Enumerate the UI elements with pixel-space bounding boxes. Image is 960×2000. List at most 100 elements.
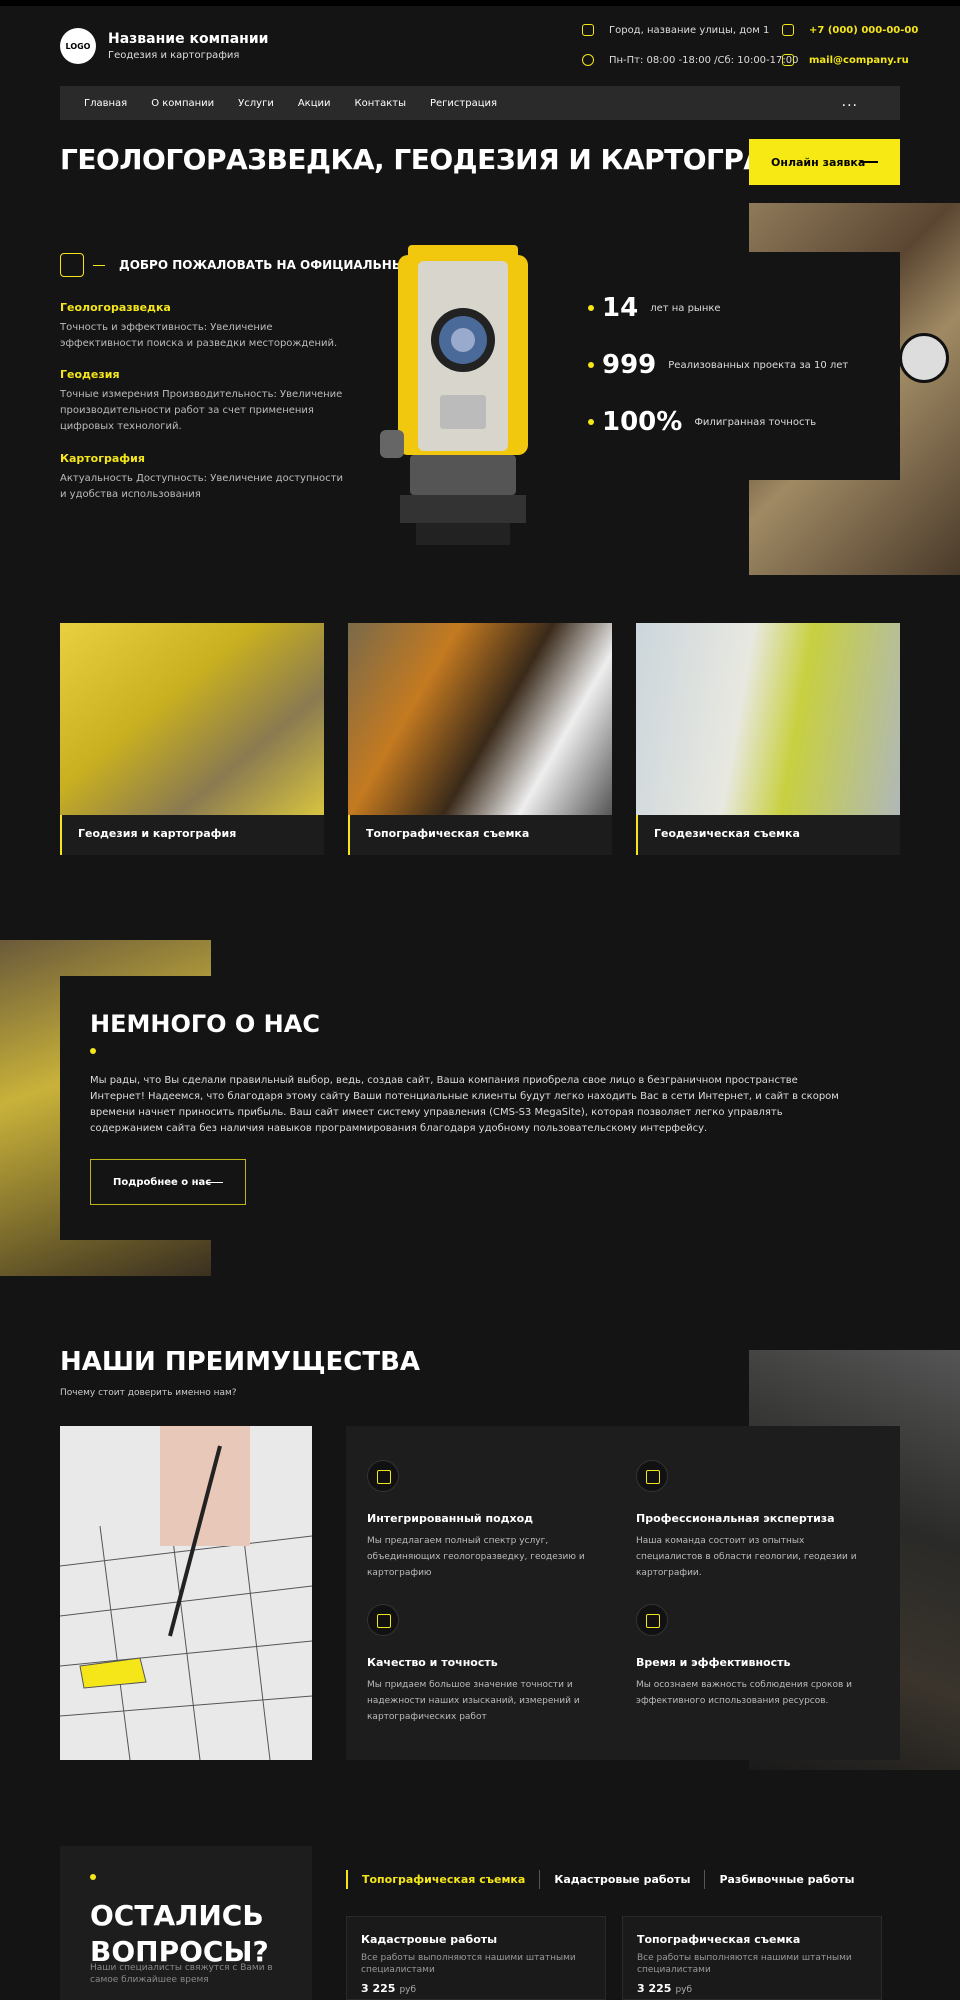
feature-text: Точность и эффективность: Увеличение эфф…: [60, 322, 338, 349]
about-more-button[interactable]: Подробнее о нас: [90, 1159, 246, 1205]
price-unit: руб: [675, 1985, 693, 1995]
more-menu-icon[interactable]: ...: [842, 94, 858, 110]
advantage-text: Мы предлагаем полный спектр услуг, объед…: [367, 1536, 585, 1578]
advantage-text: Мы придаем большое значение точности и н…: [367, 1680, 580, 1722]
mail-icon: [782, 54, 794, 66]
bullet-icon: [588, 419, 594, 425]
stat-label: лет на рынке: [650, 302, 721, 314]
feature-title: Геодезия: [60, 368, 120, 381]
stat-item: 999 Реализованных проекта за 10 лет: [588, 350, 848, 380]
top-line: [0, 0, 960, 6]
feature-title: Геологоразведка: [60, 301, 171, 314]
advantage-title: Качество и точность: [367, 1656, 498, 1669]
advantage-title: Интегрированный подход: [367, 1512, 534, 1525]
integration-icon: [367, 1460, 399, 1492]
phone-info[interactable]: +7 (000) 000-00-00: [782, 24, 918, 36]
nav-item-about[interactable]: О компании: [151, 98, 214, 109]
bullet-icon: [588, 362, 594, 368]
advantage-title: Время и эффективность: [636, 1656, 791, 1669]
feature-item: Картография Актуальность Доступность: Уве…: [60, 452, 350, 503]
page: LOGO Название компании Геодезия и картог…: [0, 0, 960, 2000]
tab-staking[interactable]: Разбивочные работы: [704, 1870, 868, 1889]
questions-title: ОСТАЛИСЬ ВОПРОСЫ?: [90, 1899, 269, 1968]
nav-item-promos[interactable]: Акции: [298, 98, 331, 109]
card-image: [60, 623, 324, 815]
map-drawing-photo: [60, 1426, 312, 1760]
card-image: [636, 623, 900, 815]
hours-info: Пн-Пт: 08:00 -18:00 /Сб: 10:00-17:00: [582, 54, 798, 66]
feature-text: Актуальность Доступность: Увеличение дос…: [60, 473, 343, 500]
card-title: Геодезия и картография: [78, 827, 237, 840]
about-text: Мы рады, что Вы сделали правильный выбор…: [90, 1075, 839, 1134]
welcome-divider: [93, 265, 105, 266]
price-value: 3 225: [361, 1982, 396, 1995]
advantage-item: Время и эффективность Мы осознаем важност…: [636, 1604, 866, 1709]
service-card[interactable]: Геодезия и картография: [60, 623, 324, 855]
main-nav: Главная О компании Услуги Акции Контакты…: [60, 86, 900, 120]
map-icon: [582, 24, 594, 36]
logo[interactable]: LOGO: [60, 28, 96, 64]
nav-item-services[interactable]: Услуги: [238, 98, 274, 109]
questions-text: Наши специалисты свяжутся с Вами в самое…: [90, 1963, 273, 1985]
bullet-icon: [90, 1048, 96, 1054]
tab-topographic[interactable]: Топографическая съемка: [346, 1870, 539, 1889]
email-info[interactable]: mail@company.ru: [782, 54, 909, 66]
stat-item: 100% Филигранная точность: [588, 407, 816, 437]
service-price: 3 225 руб: [361, 1982, 591, 1995]
nav-item-home[interactable]: Главная: [84, 98, 127, 109]
questions-block: ОСТАЛИСЬ ВОПРОСЫ? Наши специалисты свяжу…: [60, 1846, 312, 2000]
target-icon: [899, 333, 949, 383]
service-price: 3 225 руб: [637, 1982, 867, 1995]
services-tabs: Топографическая съемка Кадастровые работ…: [346, 1870, 868, 1889]
service-card[interactable]: Геодезическая съемка: [636, 623, 900, 855]
advantage-text: Мы осознаем важность соблюдения сроков и…: [636, 1680, 852, 1706]
card-accent: [348, 815, 350, 855]
company-name: Название компании: [108, 31, 269, 47]
welcome-icon: [60, 253, 84, 277]
feature-item: Геодезия Точные измерения Производительно…: [60, 368, 350, 435]
nav-item-contacts[interactable]: Контакты: [355, 98, 406, 109]
card-accent: [60, 815, 62, 855]
service-text: Все работы выполняются нашими штатными с…: [361, 1953, 576, 1975]
company-subtitle: Геодезия и картография: [108, 50, 240, 61]
bullet-icon: [90, 1874, 96, 1880]
bullet-icon: [588, 305, 594, 311]
card-title: Геодезическая съемка: [654, 827, 800, 840]
stat-value: 100%: [602, 407, 683, 437]
price-unit: руб: [399, 1985, 417, 1995]
advantage-text: Наша команда состоит из опытных специали…: [636, 1536, 857, 1578]
advantage-item: Качество и точность Мы придаем большое зн…: [367, 1604, 597, 1725]
card-image: [348, 623, 612, 815]
stat-label: Реализованных проекта за 10 лет: [668, 359, 849, 371]
service-title: Топографическая съемка: [637, 1933, 801, 1946]
advantage-title: Профессиональная экспертиза: [636, 1512, 835, 1525]
expertise-icon: [636, 1460, 668, 1492]
total-station-image: [380, 245, 528, 545]
address-text: Город, название улицы, дом 1: [609, 24, 770, 36]
cta-label: Онлайн заявка: [771, 155, 866, 169]
about-button-label: Подробнее о нас: [113, 1176, 212, 1188]
clock-icon: [582, 54, 594, 66]
feature-title: Картография: [60, 452, 145, 465]
advantage-item: Интегрированный подход Мы предлагаем полн…: [367, 1460, 597, 1581]
nav-item-register[interactable]: Регистрация: [430, 98, 497, 109]
quality-icon: [367, 1604, 399, 1636]
phone-link[interactable]: +7 (000) 000-00-00: [809, 25, 918, 36]
online-request-button[interactable]: Онлайн заявка: [749, 139, 900, 185]
advantages-title: НАШИ ПРЕИМУЩЕСТВА: [60, 1347, 421, 1377]
service-card[interactable]: Топографическая съемка: [348, 623, 612, 855]
service-text: Все работы выполняются нашими штатными с…: [637, 1953, 852, 1975]
stat-item: 14 лет на рынке: [588, 293, 721, 323]
dash-icon: [207, 1182, 223, 1183]
page-title: ГЕОЛОГОРАЗВЕДКА, ГЕОДЕЗИЯ И КАРТОГРАФИЯ: [60, 143, 836, 176]
card-accent: [636, 815, 638, 855]
email-link[interactable]: mail@company.ru: [809, 55, 909, 66]
phone-icon: [782, 24, 794, 36]
service-price-card[interactable]: Топографическая съемка Все работы выполня…: [622, 1916, 882, 2000]
stat-label: Филигранная точность: [694, 416, 817, 428]
hours-text: Пн-Пт: 08:00 -18:00 /Сб: 10:00-17:00: [609, 54, 799, 66]
feature-item: Геологоразведка Точность и эффективность:…: [60, 301, 350, 352]
service-price-card[interactable]: Кадастровые работы Все работы выполняются…: [346, 1916, 606, 2000]
tab-cadastral[interactable]: Кадастровые работы: [539, 1870, 704, 1889]
dash-icon: [860, 161, 878, 163]
